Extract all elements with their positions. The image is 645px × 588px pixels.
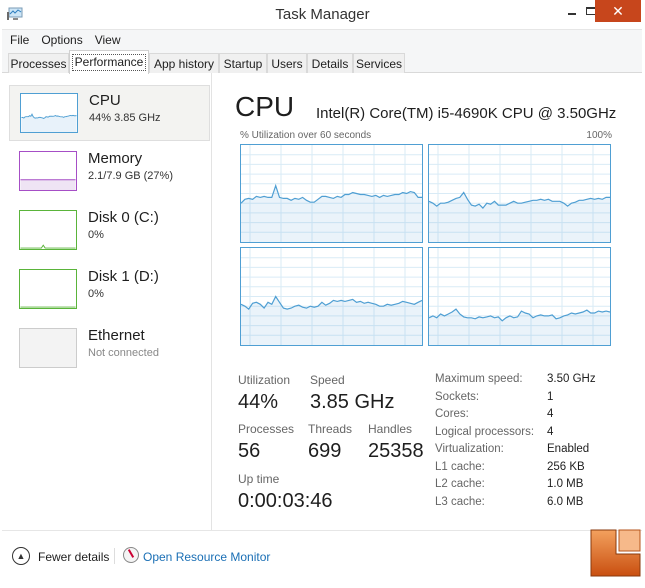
footer-bar: ▲ Fewer details Open Resource Monitor [2,530,642,582]
sidebar-item-disk-1[interactable]: Disk 1 (D:) 0% [9,262,210,318]
task-manager-window: Task Manager ✕ File Options View Process… [0,0,645,588]
sidebar-item-sub: 0% [88,288,104,300]
speed-label: Speed [310,373,345,387]
resource-monitor-icon [123,547,139,563]
disk-0-thumbnail-graph [19,210,77,250]
sidebar-item-memory[interactable]: Memory 2.1/7.9 GB (27%) [9,144,210,200]
utilization-label: Utilization [238,373,291,387]
tab-services[interactable]: Services [353,53,405,73]
speed-value: 3.85 GHz [310,391,395,413]
tab-performance[interactable]: Performance [69,50,149,74]
core-3-svg [429,248,610,345]
close-icon: ✕ [612,2,624,19]
menu-options[interactable]: Options [41,33,82,47]
core-0-graph [240,144,423,243]
performance-panel: CPU 44% 3.85 GHz Memory 2.1/7.9 GB (27%)… [2,73,642,530]
sidebar-item-sub: 2.1/7.9 GB (27%) [88,170,173,182]
fewer-details-button[interactable]: Fewer details [38,550,109,564]
core-3-graph [428,247,611,346]
disk-1-thumbnail-graph [19,269,77,309]
core-0-svg [241,145,422,242]
menu-file[interactable]: File [10,33,29,47]
tab-startup[interactable]: Startup [219,53,267,73]
sidebar-item-label: Memory [88,150,143,167]
info-label: Sockets: [435,390,480,403]
disk-0-thumbnail-line [20,244,76,249]
info-value: Enabled [547,443,590,455]
info-value: 1 [547,390,554,403]
info-label: Cores: [435,408,469,420]
sidebar-item-label: Disk 1 (D:) [88,268,159,285]
ethernet-thumbnail-graph [19,328,77,368]
info-label: Virtualization: [435,443,504,455]
footer-divider [114,548,115,564]
sidebar-item-sub: 44% 3.85 GHz [89,112,161,124]
menu-bar: File Options View [2,29,642,49]
legit-reviews-logo [590,529,641,577]
info-label: L3 cache: [435,495,485,508]
info-value: 4 [547,408,554,420]
info-label: L2 cache: [435,478,485,490]
close-button[interactable]: ✕ [595,0,641,22]
sidebar-item-label: Disk 0 (C:) [88,209,159,226]
tab-label: Startup [223,56,263,71]
info-value: 6.0 MB [547,495,584,508]
chevron-up-icon[interactable]: ▲ [12,547,30,565]
threads-label: Threads [308,422,353,436]
uptime-label: Up time [238,472,280,486]
tab-label: Performance [71,54,147,71]
cpu-model-name: Intel(R) Core(TM) i5-4690K CPU @ 3.50GHz [316,105,617,122]
open-resource-monitor-link[interactable]: Open Resource Monitor [143,550,270,564]
title-bar: Task Manager ✕ [0,0,645,29]
tab-label: Details [311,56,349,71]
sidebar-item-disk-0[interactable]: Disk 0 (C:) 0% [9,203,210,259]
graph-label: % Utilization over 60 seconds [240,130,372,141]
core-2-graph [240,247,423,346]
menu-view[interactable]: View [95,33,121,47]
tab-users[interactable]: Users [267,53,307,73]
sidebar-item-cpu[interactable]: CPU 44% 3.85 GHz [9,85,210,141]
sidebar-item-sub: 0% [88,229,104,241]
tab-label: Services [355,56,402,71]
sidebar-item-label: CPU [89,92,121,109]
cpu-details: CPU Intel(R) Core(TM) i5-4690K CPU @ 3.5… [213,73,642,530]
info-label: Logical processors: [435,425,535,438]
sidebar-item-sub: Not connected [88,347,159,359]
info-value: 256 KB [547,460,585,473]
handles-label: Handles [368,422,413,436]
utilization-value: 44% [238,391,279,413]
minimize-icon [568,13,576,15]
cpu-thumbnail-graph [20,93,78,133]
sidebar-item-label: Ethernet [88,327,145,344]
tab-app-history[interactable]: App history [149,53,219,73]
info-label: L1 cache: [435,460,485,473]
memory-thumbnail-fill [20,179,76,190]
graph-max-label: 100% [586,130,612,141]
tab-label: Processes [10,56,67,71]
core-1-svg [429,145,610,242]
tab-bar: Processes Performance App history Startu… [2,49,642,74]
core-1-graph [428,144,611,243]
info-value: 1.0 MB [547,478,584,490]
core-2-svg [241,248,422,345]
handles-value: 25358 [368,440,424,462]
processes-value: 56 [238,440,261,462]
page-title: CPU [235,91,295,122]
resource-sidebar: CPU 44% 3.85 GHz Memory 2.1/7.9 GB (27%)… [2,73,212,530]
tab-details[interactable]: Details [307,53,353,73]
tab-label: Users [271,56,303,71]
memory-thumbnail-graph [19,151,77,191]
info-value: 3.50 GHz [547,373,596,385]
tab-label: App history [153,56,215,71]
threads-value: 699 [308,440,342,462]
window-title: Task Manager [275,6,370,23]
info-value: 4 [547,425,554,438]
sidebar-item-ethernet[interactable]: Ethernet Not connected [9,321,210,377]
tab-processes[interactable]: Processes [8,53,69,73]
uptime-value: 0:00:03:46 [238,490,333,512]
processes-label: Processes [238,422,295,436]
info-label: Maximum speed: [435,373,523,385]
